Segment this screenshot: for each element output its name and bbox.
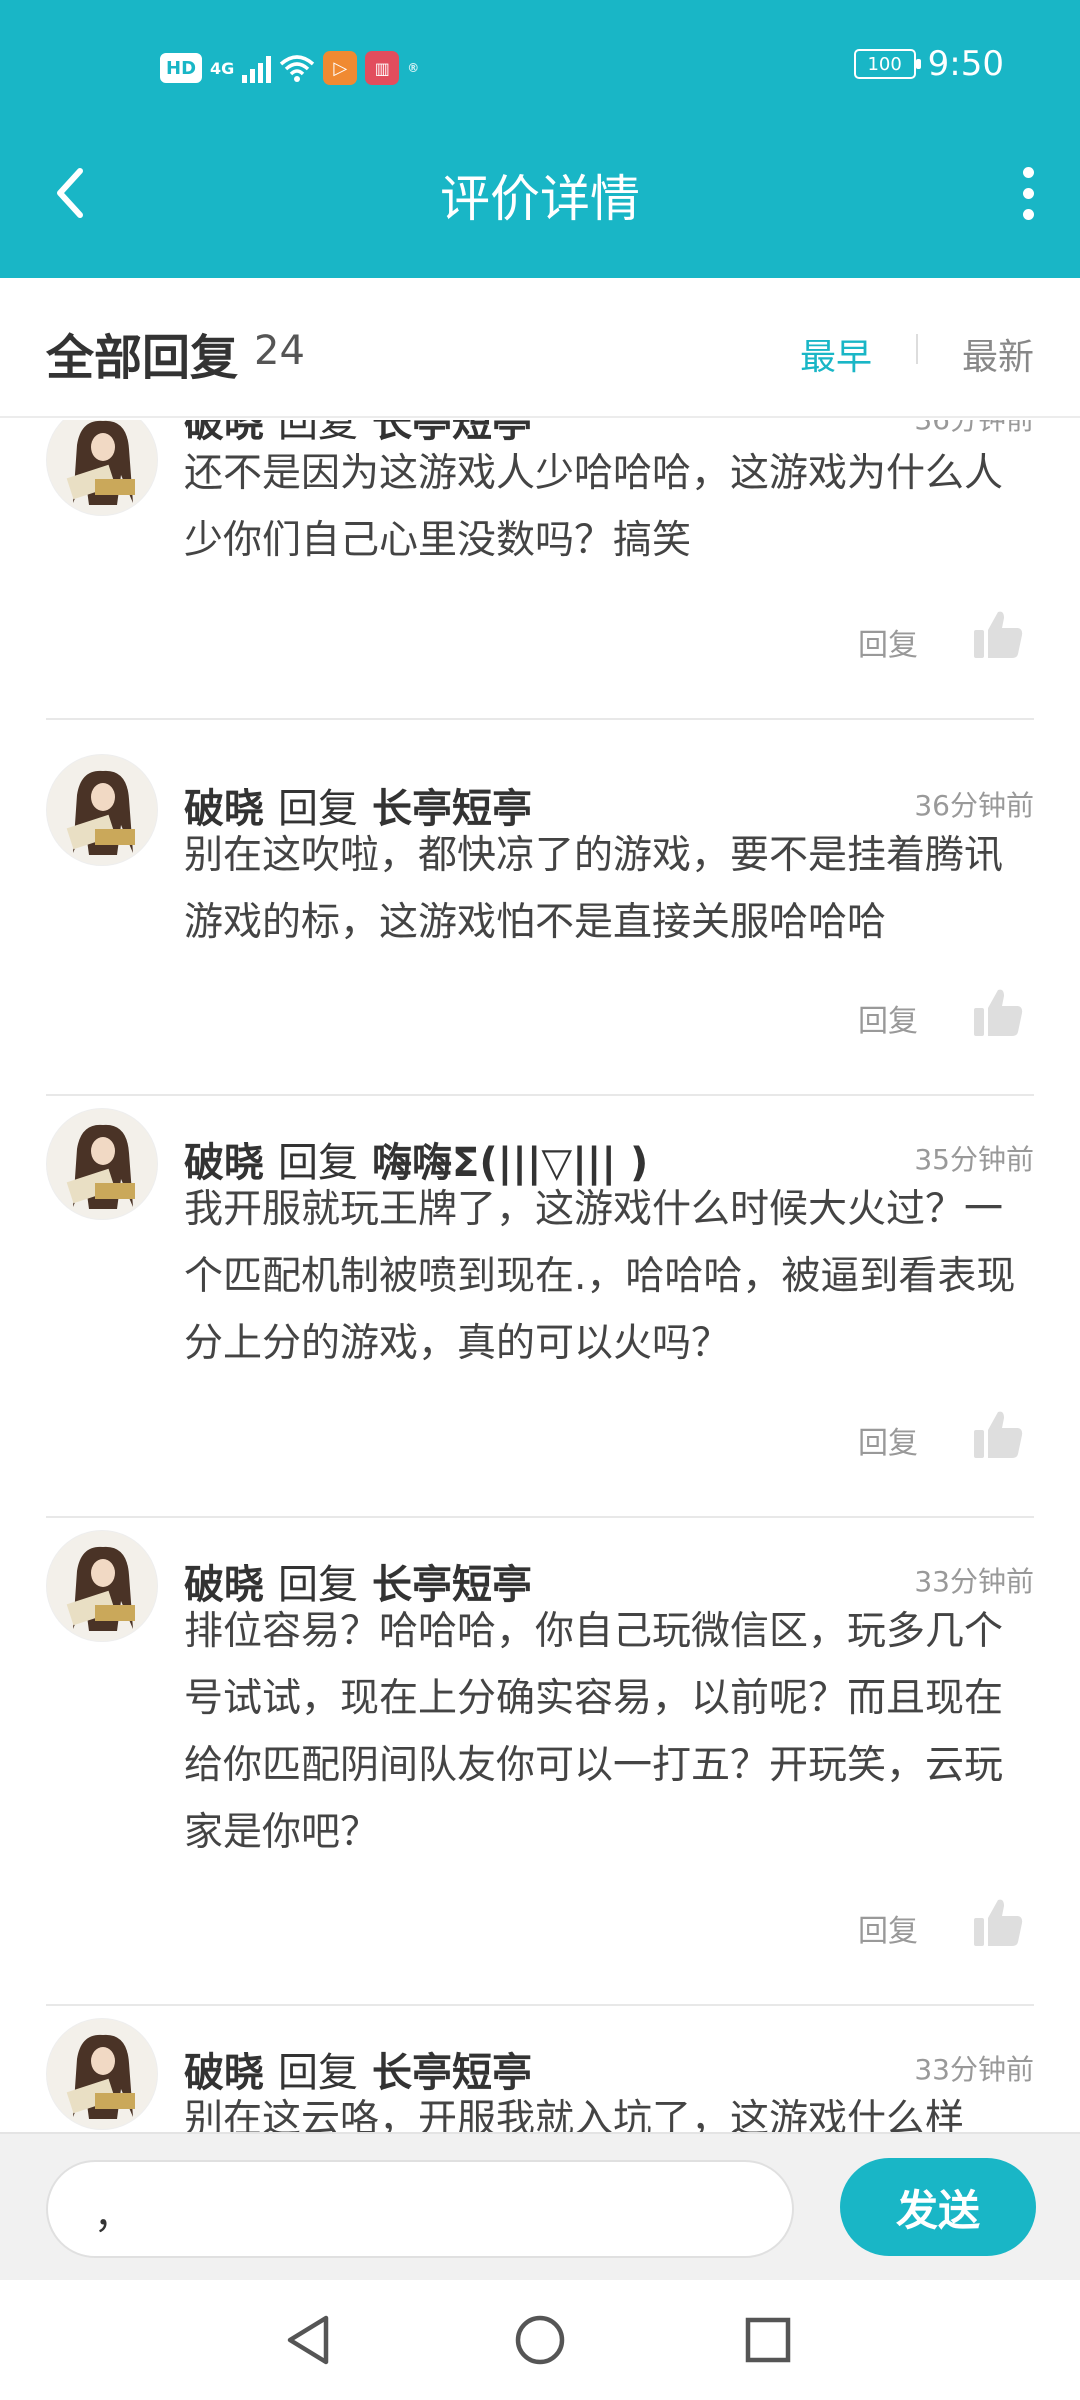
status-icons: HD 4G ▷ ▥ ® [160, 48, 419, 88]
reply-input[interactable]: ， [46, 2160, 794, 2258]
reader-app-icon: ▥ [365, 51, 400, 85]
comment-text: 排位容易？哈哈哈，你自己玩微信区，玩多几个号试试，现在上分确实容易，以前呢？而且… [184, 1609, 1004, 1855]
comment-divider [46, 1094, 1034, 1096]
video-app-icon: ▷ [323, 51, 358, 85]
reply-button[interactable]: 回复 [858, 620, 918, 664]
replies-title: 全部回复 [46, 330, 239, 386]
comment-divider [46, 2004, 1034, 2006]
comment-text: 别在这吹啦，都快凉了的游戏，要不是挂着腾讯游戏的标，这游戏怕不是直接关服哈哈哈 [184, 833, 1004, 945]
comment-list[interactable]: 破晓回复长亭短亭 36分钟前 还不是因为这游戏人少哈哈哈，这游戏为什么人少你们自… [0, 420, 1080, 2132]
nav-recent-button[interactable] [730, 2302, 806, 2378]
avatar[interactable] [46, 1108, 158, 1220]
comment-time: 35分钟前 [914, 1143, 1034, 1176]
comment-divider [46, 718, 1034, 720]
signal-icon [242, 53, 272, 83]
notification-dot-icon: ® [407, 61, 420, 75]
status-bar: HD 4G ▷ ▥ ® 100 9:50 [0, 0, 1080, 135]
app-header: 评价详情 [0, 135, 1080, 278]
thumbs-up-icon[interactable] [972, 1408, 1024, 1460]
circle-home-icon [515, 2315, 565, 2365]
comment-text: 还不是因为这游戏人少哈哈哈，这游戏为什么人少你们自己心里没数吗？搞笑 [184, 451, 1004, 563]
page-title: 评价详情 [440, 170, 640, 228]
network-type-label: 4G [210, 58, 235, 78]
avatar[interactable] [46, 1530, 158, 1642]
avatar[interactable] [46, 2018, 158, 2130]
comment-time: 33分钟前 [914, 1565, 1034, 1598]
clock: 9:50 [927, 44, 1004, 84]
comment-time: 36分钟前 [914, 789, 1034, 822]
send-button[interactable]: 发送 [840, 2158, 1036, 2256]
wifi-icon [279, 51, 315, 85]
nav-home-button[interactable] [502, 2302, 578, 2378]
avatar[interactable] [46, 420, 158, 516]
reply-button[interactable]: 回复 [858, 1418, 918, 1462]
more-vertical-icon [1022, 166, 1034, 178]
sort-divider [916, 334, 918, 364]
thumbs-up-icon[interactable] [972, 608, 1024, 660]
comment-time: 36分钟前 [914, 420, 1034, 438]
avatar[interactable] [46, 754, 158, 866]
battery-icon: 100 [853, 49, 921, 79]
nav-back-button[interactable] [270, 2302, 346, 2378]
comment-input-bar: ， 发送 [0, 2132, 1080, 2280]
more-menu-button[interactable] [1004, 163, 1052, 223]
hd-icon: HD [160, 53, 203, 83]
triangle-back-icon [287, 2315, 329, 2365]
thumbs-up-icon[interactable] [972, 986, 1024, 1038]
square-recent-icon [745, 2317, 791, 2363]
comment-text: 我开服就玩王牌了，这游戏什么时候大火过？一个匹配机制被喷到现在.，哈哈哈，被逼到… [184, 1187, 1016, 1366]
comment-divider [46, 1516, 1034, 1518]
replies-header: 全部回复 24 最早 最新 [0, 278, 1080, 418]
top-bar: HD 4G ▷ ▥ ® 100 9:50 评价详情 [0, 0, 1080, 278]
comment-time: 33分钟前 [914, 2053, 1034, 2086]
reply-button[interactable]: 回复 [858, 1906, 918, 1950]
comment-text: 别在这云咯，开服我就入坑了，这游戏什么样 [184, 2097, 965, 2132]
sort-earliest-tab[interactable]: 最早 [800, 328, 872, 380]
thumbs-up-icon[interactable] [972, 1896, 1024, 1948]
system-nav-bar [0, 2280, 1080, 2400]
replies-count: 24 [254, 328, 305, 374]
sort-latest-tab[interactable]: 最新 [962, 328, 1034, 380]
reply-button[interactable]: 回复 [858, 996, 918, 1040]
status-right: 100 9:50 [853, 44, 1004, 84]
